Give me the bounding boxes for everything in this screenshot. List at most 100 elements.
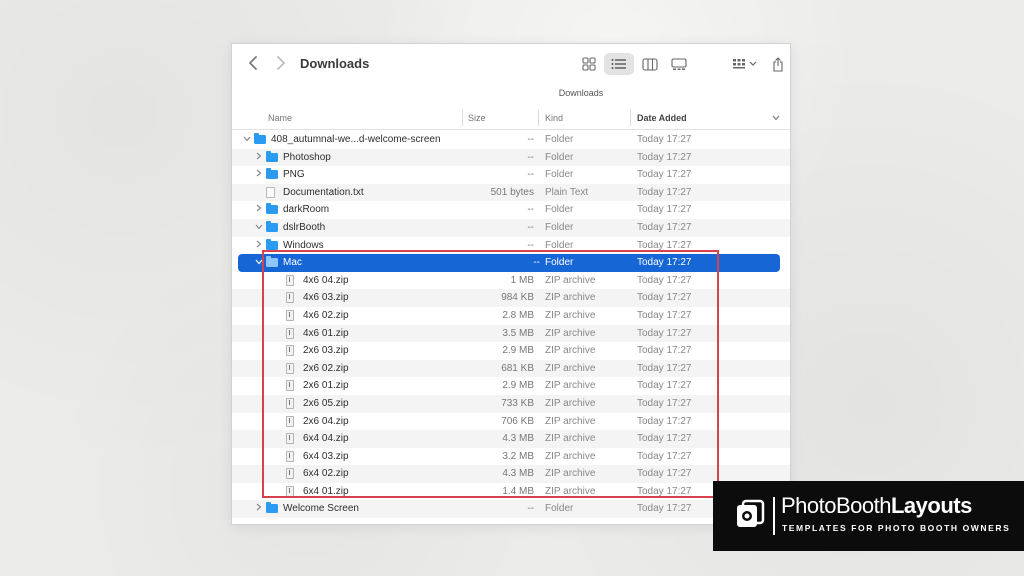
folder-row[interactable]: Photoshop -- Folder Today 17:27 [232, 148, 790, 167]
file-kind: ZIP archive [545, 309, 596, 321]
folder-row[interactable]: Mac -- Folder Today 17:27 [238, 254, 780, 272]
file-row[interactable]: 4x6 04.zip 1 MB ZIP archive Today 17:27 [232, 272, 790, 290]
share-button[interactable] [768, 53, 788, 75]
file-row[interactable]: 2x6 02.zip 681 KB ZIP archive Today 17:27 [232, 359, 790, 378]
icon-view-icon [582, 57, 596, 71]
file-size: 2.9 MB [502, 380, 534, 392]
icon-view-button[interactable] [576, 53, 602, 75]
file-row[interactable]: 2x6 05.zip 733 KB ZIP archive Today 17:27 [232, 394, 790, 413]
brand-divider [773, 497, 775, 535]
file-row[interactable]: 6x4 02.zip 4.3 MB ZIP archive Today 17:27 [232, 465, 790, 483]
column-kind[interactable]: Kind [545, 113, 563, 123]
file-name: 2x6 04.zip [303, 415, 349, 427]
file-name: 6x4 02.zip [303, 468, 349, 480]
folder-icon [266, 150, 278, 162]
file-size: 4.3 MB [502, 433, 534, 445]
column-view-button[interactable] [637, 53, 663, 75]
file-kind: ZIP archive [545, 415, 596, 427]
zip-file-icon [286, 274, 294, 286]
file-date-added: Today 17:27 [637, 433, 692, 445]
file-size: -- [527, 169, 534, 181]
file-row[interactable]: Documentation.txt 501 bytes Plain Text Toda… [232, 183, 790, 202]
file-name: dslrBooth [283, 221, 326, 233]
file-size: -- [527, 221, 534, 233]
disclosure-collapsed-icon[interactable] [254, 237, 264, 255]
file-size: 1.4 MB [502, 485, 534, 497]
file-size: 2.8 MB [502, 309, 534, 321]
gallery-view-button[interactable] [666, 53, 692, 75]
file-kind: ZIP archive [545, 450, 596, 462]
folder-icon [266, 203, 278, 215]
file-date-added: Today 17:27 [637, 204, 692, 216]
file-size: 2.9 MB [502, 345, 534, 357]
forward-button[interactable] [272, 53, 290, 75]
file-row[interactable]: 2x6 04.zip 706 KB ZIP archive Today 17:27 [232, 413, 790, 431]
share-icon [773, 56, 783, 72]
column-name[interactable]: Name [268, 113, 292, 123]
file-kind: Folder [545, 169, 574, 181]
disclosure-collapsed-icon[interactable] [254, 500, 264, 518]
file-row[interactable]: 2x6 01.zip 2.9 MB ZIP archive Today 17:27 [232, 377, 790, 395]
toolbar: Downloads [232, 44, 790, 84]
chevron-down-icon[interactable] [772, 115, 780, 121]
file-row[interactable]: 6x4 03.zip 3.2 MB ZIP archive Today 17:27 [232, 448, 790, 466]
list-view-button[interactable] [604, 53, 634, 75]
file-kind: ZIP archive [545, 274, 596, 286]
file-name: 4x6 01.zip [303, 327, 349, 339]
folder-row[interactable]: Welcome Screen -- Folder Today 17:27 [232, 500, 790, 519]
file-name: 2x6 05.zip [303, 397, 349, 409]
file-name: 4x6 04.zip [303, 274, 349, 286]
file-kind: Folder [545, 503, 574, 515]
file-row[interactable]: 4x6 01.zip 3.5 MB ZIP archive Today 17:27 [232, 324, 790, 343]
zip-file-icon [286, 362, 294, 374]
file-date-added: Today 17:27 [637, 134, 692, 145]
file-kind: ZIP archive [545, 380, 596, 392]
folder-icon [266, 168, 278, 180]
file-row[interactable]: 2x6 03.zip 2.9 MB ZIP archive Today 17:27 [232, 342, 790, 360]
file-size: 984 KB [501, 292, 534, 304]
zip-file-icon [286, 380, 294, 392]
folder-icon [266, 502, 278, 514]
file-name: darkRoom [283, 204, 330, 216]
disclosure-collapsed-icon[interactable] [254, 166, 264, 184]
folder-row[interactable]: dslrBooth -- Folder Today 17:27 [232, 218, 790, 237]
window-title: Downloads [300, 56, 370, 71]
folder-row[interactable]: darkRoom -- Folder Today 17:27 [232, 201, 790, 219]
zip-file-icon [286, 397, 294, 409]
folder-row[interactable]: Windows -- Folder Today 17:27 [232, 237, 790, 255]
file-date-added: Today 17:27 [637, 239, 692, 251]
disclosure-expanded-icon[interactable] [254, 219, 264, 237]
file-name: PNG [283, 169, 305, 181]
file-size: 3.2 MB [502, 450, 534, 462]
group-by-button[interactable] [728, 53, 762, 75]
file-kind: Folder [545, 221, 574, 233]
column-divider [538, 110, 539, 126]
file-row[interactable]: 4x6 03.zip 984 KB ZIP archive Today 17:27 [232, 289, 790, 307]
folder-row[interactable]: PNG -- Folder Today 17:27 [232, 166, 790, 184]
file-row[interactable]: 6x4 04.zip 4.3 MB ZIP archive Today 17:27 [232, 430, 790, 448]
disclosure-expanded-icon[interactable] [254, 254, 264, 272]
finder-window: Downloads Downloads Name Size Kind Date … [231, 43, 791, 525]
chevron-left-icon [249, 56, 257, 70]
folder-row[interactable]: 408_autumnal-we...d-welcome-screen -- Fold… [232, 131, 790, 149]
column-date-added[interactable]: Date Added [637, 113, 687, 123]
zip-file-icon [286, 485, 294, 497]
disclosure-collapsed-icon[interactable] [254, 149, 264, 167]
column-size[interactable]: Size [468, 113, 486, 123]
disclosure-expanded-icon[interactable] [242, 131, 252, 149]
file-size: 3.5 MB [502, 327, 534, 339]
back-button[interactable] [244, 53, 262, 75]
file-kind: ZIP archive [545, 345, 596, 357]
file-date-added: Today 17:27 [637, 485, 692, 497]
file-name: 4x6 02.zip [303, 309, 349, 321]
list-view-icon [611, 59, 626, 69]
file-date-added: Today 17:27 [637, 274, 692, 286]
file-kind: Plain Text [545, 186, 589, 198]
file-row[interactable]: 4x6 02.zip 2.8 MB ZIP archive Today 17:27 [232, 307, 790, 325]
file-size: 681 KB [501, 362, 534, 374]
file-size: 501 bytes [490, 186, 534, 198]
file-name: 2x6 02.zip [303, 362, 349, 374]
file-row[interactable]: 6x4 01.zip 1.4 MB ZIP archive Today 17:27 [232, 483, 790, 501]
disclosure-collapsed-icon[interactable] [254, 201, 264, 219]
zip-file-icon [286, 433, 294, 445]
